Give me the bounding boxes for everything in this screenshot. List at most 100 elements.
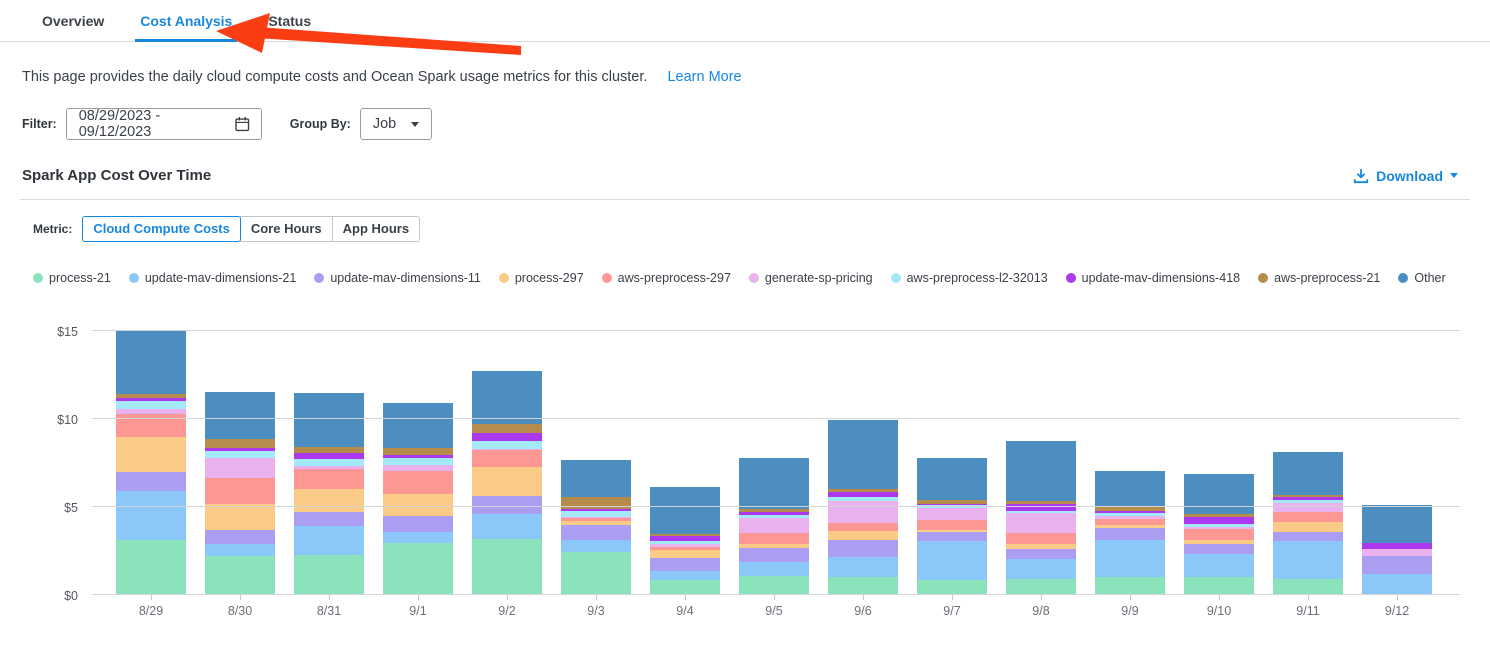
bar-segment[interactable] <box>294 489 364 512</box>
legend-item-update-mav-dimensions-11[interactable]: update-mav-dimensions-11 <box>314 271 481 285</box>
bar-segment[interactable] <box>828 501 898 523</box>
bar-segment[interactable] <box>650 571 720 580</box>
bar-segment[interactable] <box>116 491 186 540</box>
bar-segment[interactable] <box>472 424 542 433</box>
bar-segment[interactable] <box>383 532 453 543</box>
bar-group[interactable] <box>917 458 987 595</box>
bar-segment[interactable] <box>917 458 987 500</box>
bar-segment[interactable] <box>1006 579 1076 595</box>
bar-segment[interactable] <box>828 577 898 595</box>
bar-segment[interactable] <box>561 460 631 497</box>
bar-group[interactable] <box>828 420 898 595</box>
bar-group[interactable] <box>650 487 720 595</box>
bar-segment[interactable] <box>383 494 453 516</box>
bar-segment[interactable] <box>1184 529 1254 540</box>
bar-segment[interactable] <box>472 450 542 468</box>
bar-segment[interactable] <box>1273 452 1343 495</box>
metric-button-app-hours[interactable]: App Hours <box>332 216 420 242</box>
bar-segment[interactable] <box>472 441 542 449</box>
bar-segment[interactable] <box>828 523 898 531</box>
bar-segment[interactable] <box>561 540 631 552</box>
bar-segment[interactable] <box>294 526 364 554</box>
metric-button-cloud-compute-costs[interactable]: Cloud Compute Costs <box>82 216 241 242</box>
legend-item-other[interactable]: Other <box>1398 271 1445 285</box>
bar-segment[interactable] <box>205 530 275 544</box>
bar-segment[interactable] <box>116 330 186 393</box>
date-range-input[interactable]: 08/29/2023 - 09/12/2023 <box>66 108 262 140</box>
bar-segment[interactable] <box>472 514 542 539</box>
bar-segment[interactable] <box>205 392 275 440</box>
bar-segment[interactable] <box>1095 577 1165 595</box>
legend-item-aws-preprocess-l2-32013[interactable]: aws-preprocess-l2-32013 <box>891 271 1048 285</box>
bar-segment[interactable] <box>739 458 809 509</box>
bar-segment[interactable] <box>383 448 453 455</box>
download-button[interactable]: Download <box>1353 168 1458 184</box>
bar-group[interactable] <box>1184 474 1254 595</box>
bar-segment[interactable] <box>472 433 542 441</box>
bar-group[interactable] <box>116 330 186 595</box>
bar-segment[interactable] <box>205 556 275 595</box>
metric-button-core-hours[interactable]: Core Hours <box>240 216 333 242</box>
bar-group[interactable] <box>1273 452 1343 595</box>
bar-group[interactable] <box>472 371 542 595</box>
bar-group[interactable] <box>294 393 364 595</box>
bar-segment[interactable] <box>1006 513 1076 532</box>
bar-segment[interactable] <box>650 487 720 534</box>
bar-segment[interactable] <box>1095 471 1165 507</box>
bar-segment[interactable] <box>205 451 275 458</box>
bar-segment[interactable] <box>917 580 987 595</box>
bar-group[interactable] <box>205 392 275 595</box>
bar-segment[interactable] <box>1184 554 1254 577</box>
bar-segment[interactable] <box>1006 549 1076 559</box>
bar-segment[interactable] <box>1006 559 1076 579</box>
bar-segment[interactable] <box>383 516 453 532</box>
bar-group[interactable] <box>561 460 631 595</box>
bar-segment[interactable] <box>1362 505 1432 543</box>
calendar-icon[interactable] <box>234 115 251 133</box>
bar-segment[interactable] <box>294 512 364 526</box>
tab-cost-analysis[interactable]: Cost Analysis <box>135 0 237 42</box>
bar-segment[interactable] <box>650 550 720 558</box>
bar-segment[interactable] <box>917 508 987 520</box>
legend-item-generate-sp-pricing[interactable]: generate-sp-pricing <box>749 271 873 285</box>
bar-segment[interactable] <box>1362 574 1432 595</box>
bar-group[interactable] <box>1006 441 1076 595</box>
legend-item-process-297[interactable]: process-297 <box>499 271 584 285</box>
bar-segment[interactable] <box>561 525 631 540</box>
bar-group[interactable] <box>1362 505 1432 595</box>
bar-segment[interactable] <box>116 437 186 472</box>
bar-segment[interactable] <box>1095 540 1165 576</box>
bar-group[interactable] <box>1095 471 1165 595</box>
bar-segment[interactable] <box>1184 577 1254 595</box>
bar-segment[interactable] <box>1184 474 1254 514</box>
bar-segment[interactable] <box>739 562 809 575</box>
bar-segment[interactable] <box>472 539 542 595</box>
bar-segment[interactable] <box>472 467 542 496</box>
bar-segment[interactable] <box>561 552 631 595</box>
bar-segment[interactable] <box>917 541 987 580</box>
bar-segment[interactable] <box>917 532 987 542</box>
bar-segment[interactable] <box>1273 532 1343 542</box>
learn-more-link[interactable]: Learn More <box>667 69 741 85</box>
bar-segment[interactable] <box>383 543 453 595</box>
bar-segment[interactable] <box>205 439 275 448</box>
bar-segment[interactable] <box>1273 541 1343 579</box>
bar-segment[interactable] <box>383 458 453 465</box>
legend-item-aws-preprocess-297[interactable]: aws-preprocess-297 <box>602 271 731 285</box>
bar-segment[interactable] <box>828 420 898 489</box>
bar-segment[interactable] <box>1362 556 1432 574</box>
bar-segment[interactable] <box>205 478 275 504</box>
bar-segment[interactable] <box>205 504 275 530</box>
bar-segment[interactable] <box>116 540 186 595</box>
bar-segment[interactable] <box>116 472 186 491</box>
bar-segment[interactable] <box>383 403 453 448</box>
bar-segment[interactable] <box>739 518 809 533</box>
bar-segment[interactable] <box>739 548 809 562</box>
bar-segment[interactable] <box>1273 512 1343 522</box>
bar-group[interactable] <box>739 458 809 595</box>
bar-segment[interactable] <box>205 458 275 478</box>
legend-item-process-21[interactable]: process-21 <box>33 271 111 285</box>
bar-segment[interactable] <box>1184 544 1254 554</box>
bar-segment[interactable] <box>294 459 364 466</box>
bar-segment[interactable] <box>1362 549 1432 556</box>
